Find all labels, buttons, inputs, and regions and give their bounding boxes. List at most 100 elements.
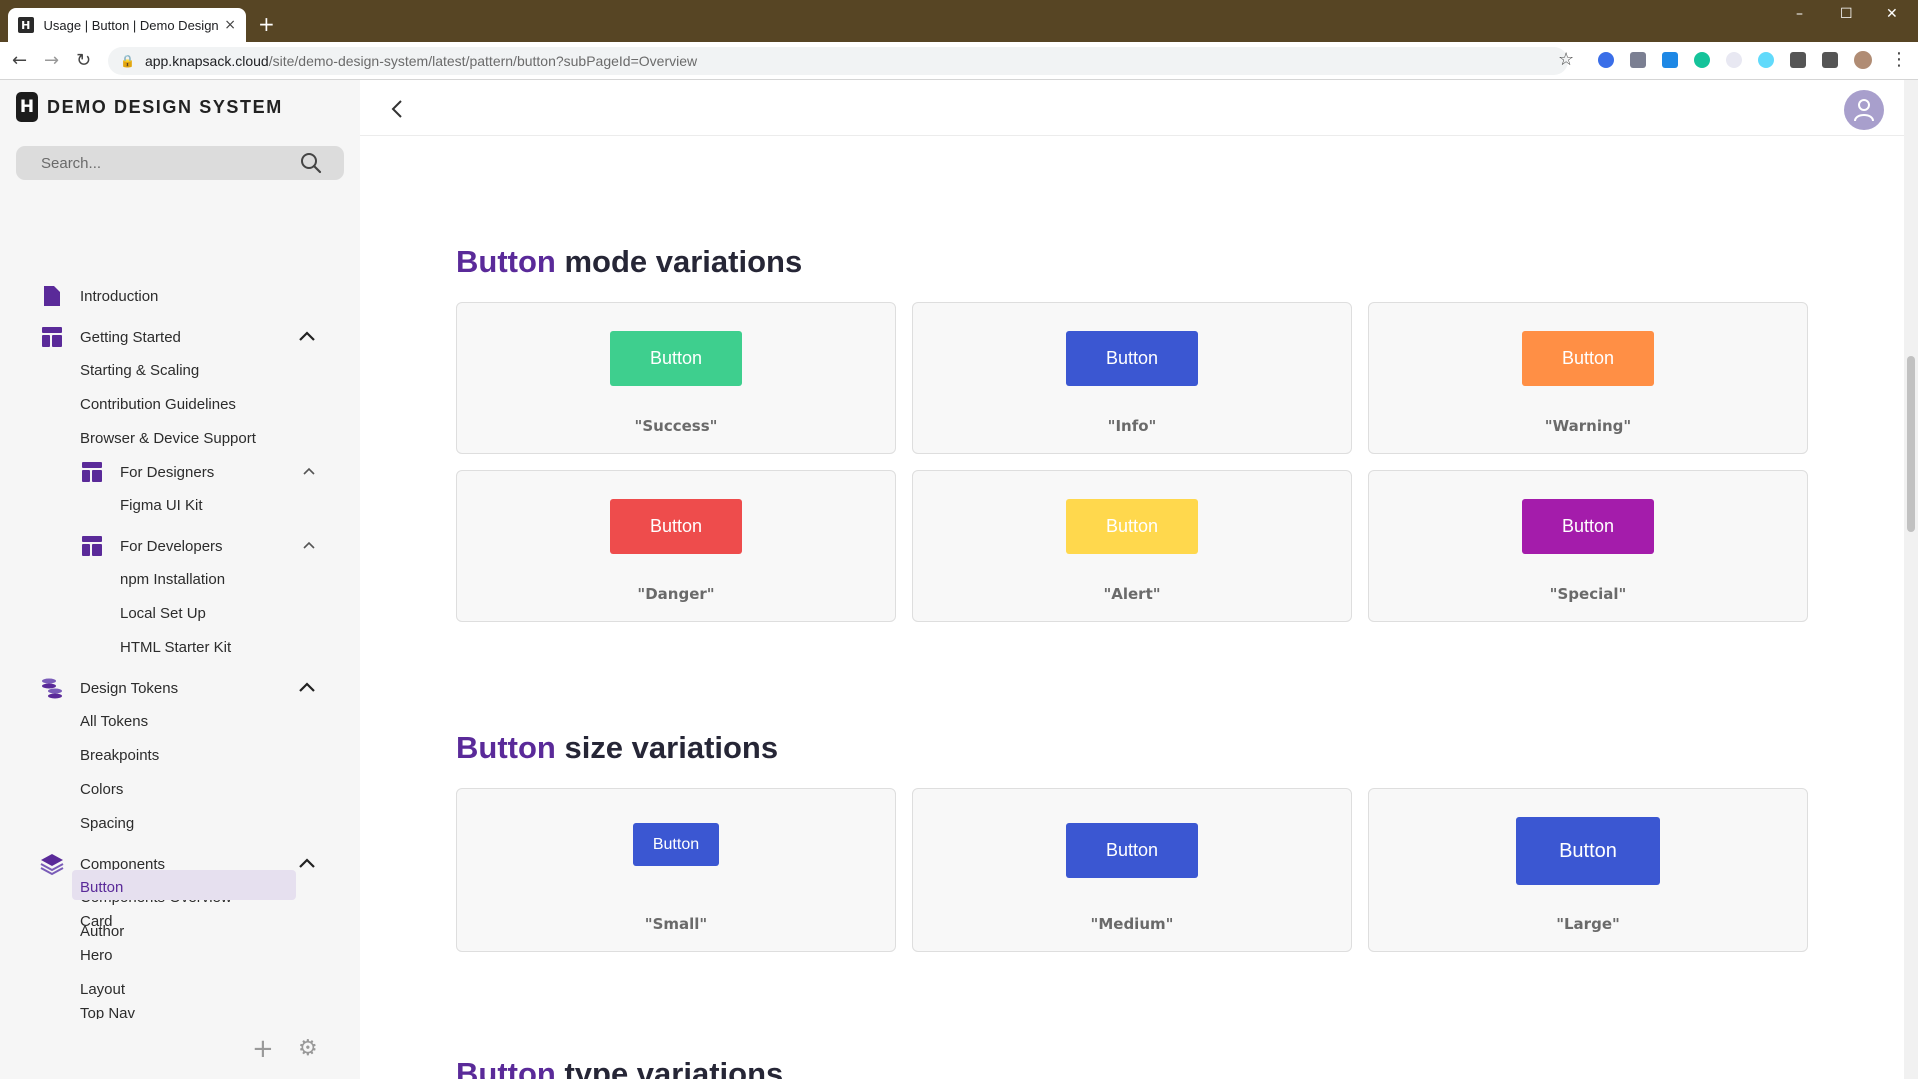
browser-tab[interactable]: H Usage | Button | Demo Design Sy × bbox=[8, 8, 246, 42]
sidebar-item-all-tokens[interactable]: All Tokens bbox=[80, 709, 148, 733]
sidebar-item-introduction[interactable]: Introduction bbox=[44, 284, 158, 308]
search-input[interactable] bbox=[41, 154, 291, 172]
layers-icon bbox=[40, 854, 64, 876]
sidebar-item-for-developers[interactable]: For Developers bbox=[82, 534, 360, 558]
scrollbar-thumb[interactable] bbox=[1907, 356, 1915, 532]
sidebar-item-card[interactable]: Card bbox=[80, 909, 113, 933]
section-title-highlight: Button bbox=[456, 730, 556, 765]
large-demo-button[interactable]: Button bbox=[1516, 817, 1660, 885]
brand[interactable]: H DEMO DESIGN SYSTEM bbox=[16, 92, 283, 122]
sidebar-item-top-nav[interactable]: Top Nav bbox=[80, 1005, 135, 1019]
forward-button[interactable]: → bbox=[44, 50, 59, 71]
info-demo-button[interactable]: Button bbox=[1066, 331, 1198, 386]
sidebar-item-layout[interactable]: Layout bbox=[80, 977, 125, 1001]
layout-icon bbox=[82, 462, 102, 482]
sidebar-item-npm-installation[interactable]: npm Installation bbox=[120, 567, 225, 591]
sidebar-item-label: Figma UI Kit bbox=[120, 496, 203, 514]
chevron-up-icon[interactable] bbox=[298, 680, 316, 694]
browser-menu-icon[interactable]: ⋮ bbox=[1890, 49, 1908, 70]
sidebar-item-spacing[interactable]: Spacing bbox=[80, 811, 134, 835]
sidebar-item-label: Spacing bbox=[80, 814, 135, 832]
sidebar-item-label: Contribution Guidelines bbox=[80, 395, 236, 413]
grammarly-extension-icon[interactable] bbox=[1694, 52, 1710, 68]
chevron-left-icon[interactable] bbox=[388, 98, 406, 120]
card-caption: "Large" bbox=[1556, 915, 1620, 933]
sidebar-item-design-tokens[interactable]: Design Tokens bbox=[42, 676, 360, 700]
sidebar-item-label: Getting Started bbox=[80, 328, 181, 346]
sidebar-item-label: Design Tokens bbox=[80, 679, 179, 697]
card-caption: "Special" bbox=[1549, 585, 1627, 603]
sidebar-item-label: All Tokens bbox=[80, 712, 149, 730]
extension-icon[interactable] bbox=[1726, 52, 1742, 68]
section-title-clip: Button type variations bbox=[360, 1056, 1904, 1079]
sidebar-item-getting-started[interactable]: Getting Started bbox=[42, 325, 360, 349]
tab-close-icon[interactable]: × bbox=[224, 17, 236, 33]
tab-title: Usage | Button | Demo Design Sy bbox=[43, 17, 219, 33]
sidebar-item-label: Browser & Device Support bbox=[80, 429, 256, 447]
mode-card-success: Button "Success" bbox=[456, 302, 896, 454]
sidebar-item-breakpoints[interactable]: Breakpoints bbox=[80, 743, 159, 767]
reload-button[interactable]: ↻ bbox=[76, 50, 91, 71]
layout-icon bbox=[42, 327, 62, 347]
success-demo-button[interactable]: Button bbox=[610, 331, 742, 386]
sidebar-item-label: Colors bbox=[80, 780, 124, 798]
card-caption: "Danger" bbox=[637, 585, 715, 603]
section-title-highlight: Button bbox=[456, 244, 556, 279]
extension-icon[interactable] bbox=[1598, 52, 1614, 68]
shield-extension-icon[interactable] bbox=[1630, 52, 1646, 68]
close-window-button[interactable]: ✕ bbox=[1886, 6, 1898, 22]
lock-icon: 🔒 bbox=[120, 54, 135, 68]
bookmark-star-icon[interactable]: ☆ bbox=[1558, 49, 1574, 70]
danger-demo-button[interactable]: Button bbox=[610, 499, 742, 554]
sidebar-item-for-designers[interactable]: For Designers bbox=[82, 460, 360, 484]
profile-avatar-icon[interactable] bbox=[1854, 51, 1872, 69]
coins-stack-icon bbox=[42, 678, 62, 699]
section-title-mode-variations: Button mode variations bbox=[456, 244, 802, 280]
warning-demo-button[interactable]: Button bbox=[1522, 331, 1654, 386]
brand-name: DEMO DESIGN SYSTEM bbox=[47, 96, 283, 117]
chevron-up-icon[interactable] bbox=[300, 464, 318, 478]
sidebar-item-label: Hero bbox=[80, 946, 113, 964]
sidebar-item-local-set-up[interactable]: Local Set Up bbox=[120, 601, 206, 625]
user-icon bbox=[1854, 99, 1874, 122]
chevron-up-icon[interactable] bbox=[298, 329, 316, 343]
gear-icon[interactable]: ⚙ bbox=[298, 1036, 318, 1061]
maximize-button[interactable]: ☐ bbox=[1840, 6, 1853, 22]
search-icon[interactable] bbox=[300, 152, 322, 174]
minimize-button[interactable]: – bbox=[1796, 6, 1803, 22]
card-caption: "Warning" bbox=[1544, 417, 1632, 435]
add-icon[interactable]: + bbox=[252, 1034, 274, 1064]
content-header bbox=[360, 80, 1904, 136]
puzzle-extensions-icon[interactable] bbox=[1790, 52, 1806, 68]
medium-demo-button[interactable]: Button bbox=[1066, 823, 1198, 878]
url-host: app.knapsack.cloud bbox=[144, 53, 269, 69]
extension-icon[interactable] bbox=[1662, 52, 1678, 68]
small-demo-button[interactable]: Button bbox=[633, 823, 719, 866]
sidebar-item-figma-ui-kit[interactable]: Figma UI Kit bbox=[120, 493, 203, 517]
sidebar-item-starting-scaling[interactable]: Starting & Scaling bbox=[80, 358, 199, 382]
card-caption: "Small" bbox=[644, 915, 708, 933]
address-bar[interactable]: 🔒 app.knapsack.cloud /site/demo-design-s… bbox=[108, 47, 1568, 75]
sidebar-item-browser-device-support[interactable]: Browser & Device Support bbox=[80, 426, 256, 450]
section-title-size-variations: Button size variations bbox=[456, 730, 778, 766]
media-control-icon[interactable] bbox=[1822, 52, 1838, 68]
back-button[interactable]: ← bbox=[12, 50, 27, 71]
page-scrollbar[interactable] bbox=[1904, 80, 1918, 1079]
sidebar-item-label: npm Installation bbox=[120, 570, 226, 588]
react-devtools-icon[interactable] bbox=[1758, 52, 1774, 68]
chevron-up-icon[interactable] bbox=[298, 856, 316, 870]
special-demo-button[interactable]: Button bbox=[1522, 499, 1654, 554]
mode-card-info: Button "Info" bbox=[912, 302, 1352, 454]
search-box[interactable] bbox=[16, 146, 344, 180]
sidebar-item-contribution-guidelines[interactable]: Contribution Guidelines bbox=[80, 392, 236, 416]
sidebar-item-button[interactable]: Button bbox=[80, 875, 123, 899]
sidebar-item-html-starter-kit[interactable]: HTML Starter Kit bbox=[120, 635, 231, 659]
avatar[interactable] bbox=[1844, 90, 1884, 130]
card-caption: "Info" bbox=[1107, 417, 1157, 435]
sidebar-item-hero[interactable]: Hero bbox=[80, 943, 113, 967]
chevron-up-icon[interactable] bbox=[300, 538, 318, 552]
alert-demo-button[interactable]: Button bbox=[1066, 499, 1198, 554]
new-tab-button[interactable]: + bbox=[258, 12, 275, 36]
document-icon bbox=[44, 286, 60, 306]
sidebar-item-colors[interactable]: Colors bbox=[80, 777, 123, 801]
